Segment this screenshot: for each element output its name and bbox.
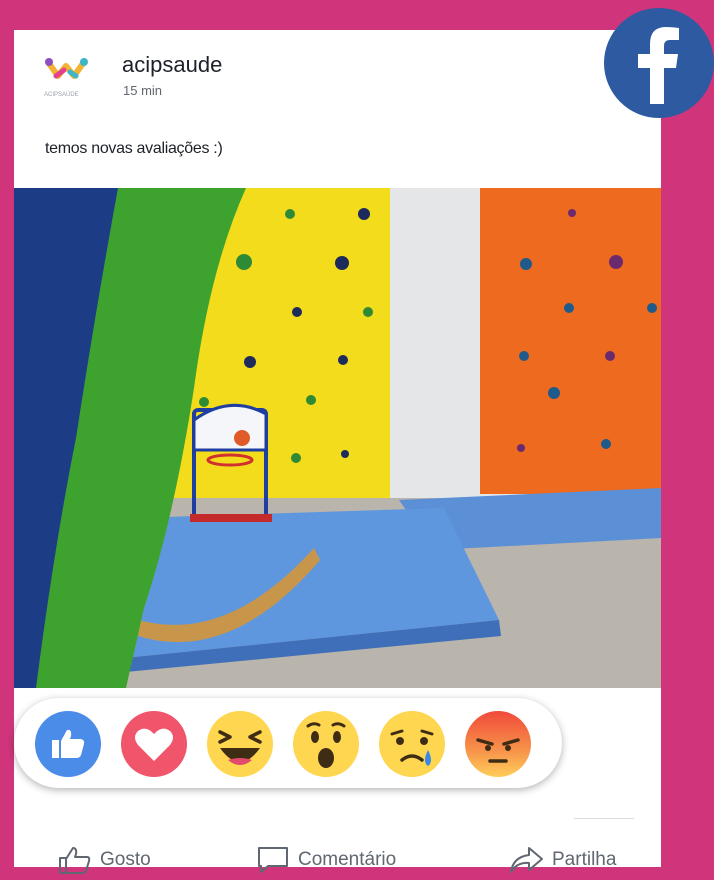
surprised-face-icon[interactable]	[292, 710, 360, 778]
reaction-bar	[14, 698, 562, 788]
laughing-face-icon[interactable]	[206, 710, 274, 778]
facebook-badge	[604, 8, 714, 118]
page-name[interactable]: acipsaude	[122, 52, 222, 78]
comment-icon	[258, 847, 288, 873]
post-photo[interactable]	[14, 188, 661, 688]
crying-face-icon[interactable]	[378, 710, 446, 778]
post-header: ACIPSAÚDE acipsaude 15 min	[14, 30, 661, 130]
heart-icon[interactable]	[120, 710, 188, 778]
post-caption: temos novas avaliações :)	[45, 140, 223, 157]
share-button[interactable]: Partilha	[508, 840, 616, 880]
post-timestamp[interactable]: 15 min	[123, 83, 162, 98]
page-logo[interactable]: ACIPSAÚDE	[42, 52, 102, 100]
photo-illustration	[14, 188, 661, 688]
angry-face-icon[interactable]	[464, 710, 532, 778]
like-button[interactable]: Gosto	[58, 840, 151, 880]
comment-button[interactable]: Comentário	[256, 840, 396, 880]
svg-text:ACIPSAÚDE: ACIPSAÚDE	[44, 91, 79, 98]
facebook-icon	[638, 27, 679, 104]
thumbs-up-icon	[59, 847, 91, 874]
like-label: Gosto	[100, 849, 151, 870]
comment-label: Comentário	[298, 849, 397, 870]
divider	[574, 818, 634, 819]
thumbs-up-icon[interactable]	[34, 710, 102, 778]
share-label: Partilha	[552, 849, 617, 870]
share-icon	[510, 847, 543, 873]
